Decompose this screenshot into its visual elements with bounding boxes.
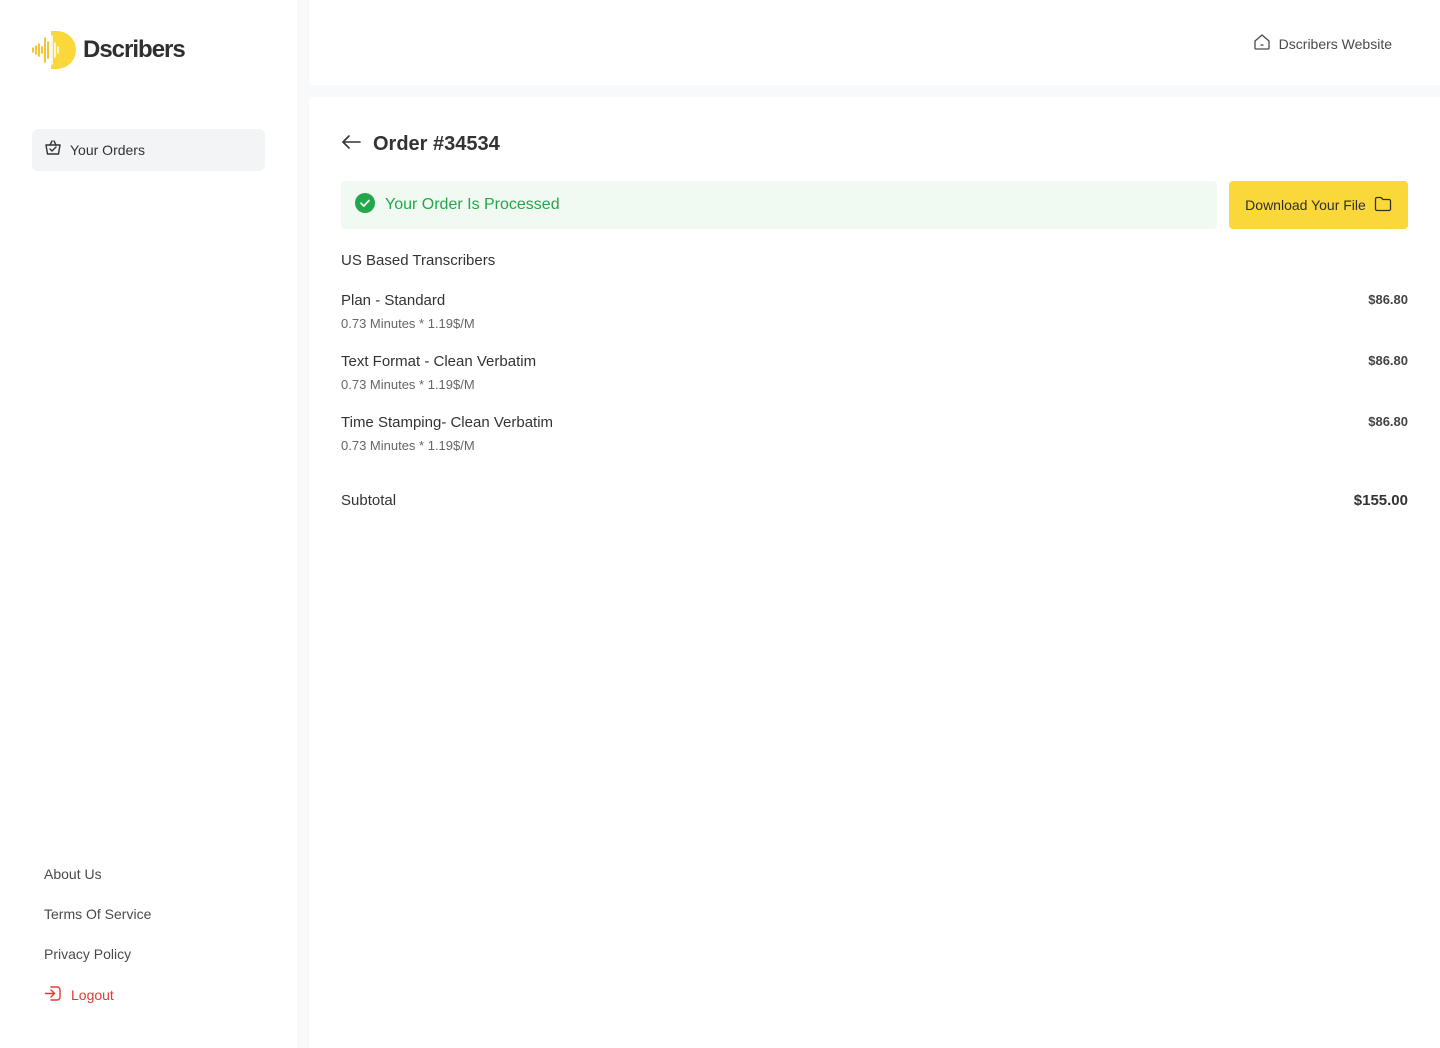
order-detail-panel: Order #34534 Your Order Is Processed Dow… xyxy=(309,97,1440,1048)
home-icon xyxy=(1253,33,1271,54)
line-item-detail: 0.73 Minutes * 1.19$/M xyxy=(341,377,475,392)
page-title: Order #34534 xyxy=(373,133,500,155)
website-link-label: Dscribers Website xyxy=(1278,35,1392,52)
footer-links: About Us Terms Of Service Privacy Policy… xyxy=(44,864,151,1006)
status-banner: Your Order Is Processed xyxy=(341,181,1217,229)
line-item: Time Stamping- Clean Verbatim 0.73 Minut… xyxy=(341,414,1408,464)
download-file-button[interactable]: Download Your File xyxy=(1229,181,1408,229)
brand-name: Dscribers xyxy=(83,36,186,63)
logout-icon xyxy=(44,984,63,1006)
download-button-label: Download Your File xyxy=(1245,197,1366,213)
sidebar-item-your-orders[interactable]: Your Orders xyxy=(32,129,265,171)
website-link[interactable]: Dscribers Website xyxy=(1253,33,1392,54)
line-item: Text Format - Clean Verbatim 0.73 Minute… xyxy=(341,353,1408,403)
logout-button[interactable]: Logout xyxy=(44,984,151,1006)
section-title: US Based Transcribers xyxy=(341,252,496,269)
basket-icon xyxy=(44,139,62,162)
line-item-name: Time Stamping- Clean Verbatim xyxy=(341,414,554,431)
line-item-price: $86.80 xyxy=(1368,292,1408,307)
check-circle-icon xyxy=(355,192,375,218)
sidebar: Dscribers Your Orders About Us Terms Of … xyxy=(0,0,297,1048)
logo[interactable]: Dscribers xyxy=(31,30,186,70)
line-item-name: Plan - Standard xyxy=(341,292,446,309)
status-text: Your Order Is Processed xyxy=(385,196,560,213)
subtotal-value: $155.00 xyxy=(1353,492,1408,509)
line-item-name: Text Format - Clean Verbatim xyxy=(341,353,537,370)
back-arrow-icon[interactable] xyxy=(341,134,361,155)
sidebar-item-label: Your Orders xyxy=(70,142,145,158)
line-item-detail: 0.73 Minutes * 1.19$/M xyxy=(341,316,475,331)
privacy-policy-link[interactable]: Privacy Policy xyxy=(44,944,151,984)
subtotal-label: Subtotal xyxy=(341,492,397,509)
line-item-price: $86.80 xyxy=(1368,414,1408,429)
top-header: Dscribers Website xyxy=(309,0,1440,85)
terms-of-service-link[interactable]: Terms Of Service xyxy=(44,904,151,944)
about-us-link[interactable]: About Us xyxy=(44,864,151,904)
line-item: Plan - Standard 0.73 Minutes * 1.19$/M $… xyxy=(341,292,1408,342)
line-item-detail: 0.73 Minutes * 1.19$/M xyxy=(341,438,475,453)
line-item-price: $86.80 xyxy=(1368,353,1408,368)
subtotal-row: Subtotal $155.00 xyxy=(341,492,1408,510)
folder-icon xyxy=(1374,196,1392,215)
logo-icon xyxy=(31,30,77,70)
logout-label: Logout xyxy=(71,987,114,1003)
order-header: Order #34534 xyxy=(341,133,500,156)
